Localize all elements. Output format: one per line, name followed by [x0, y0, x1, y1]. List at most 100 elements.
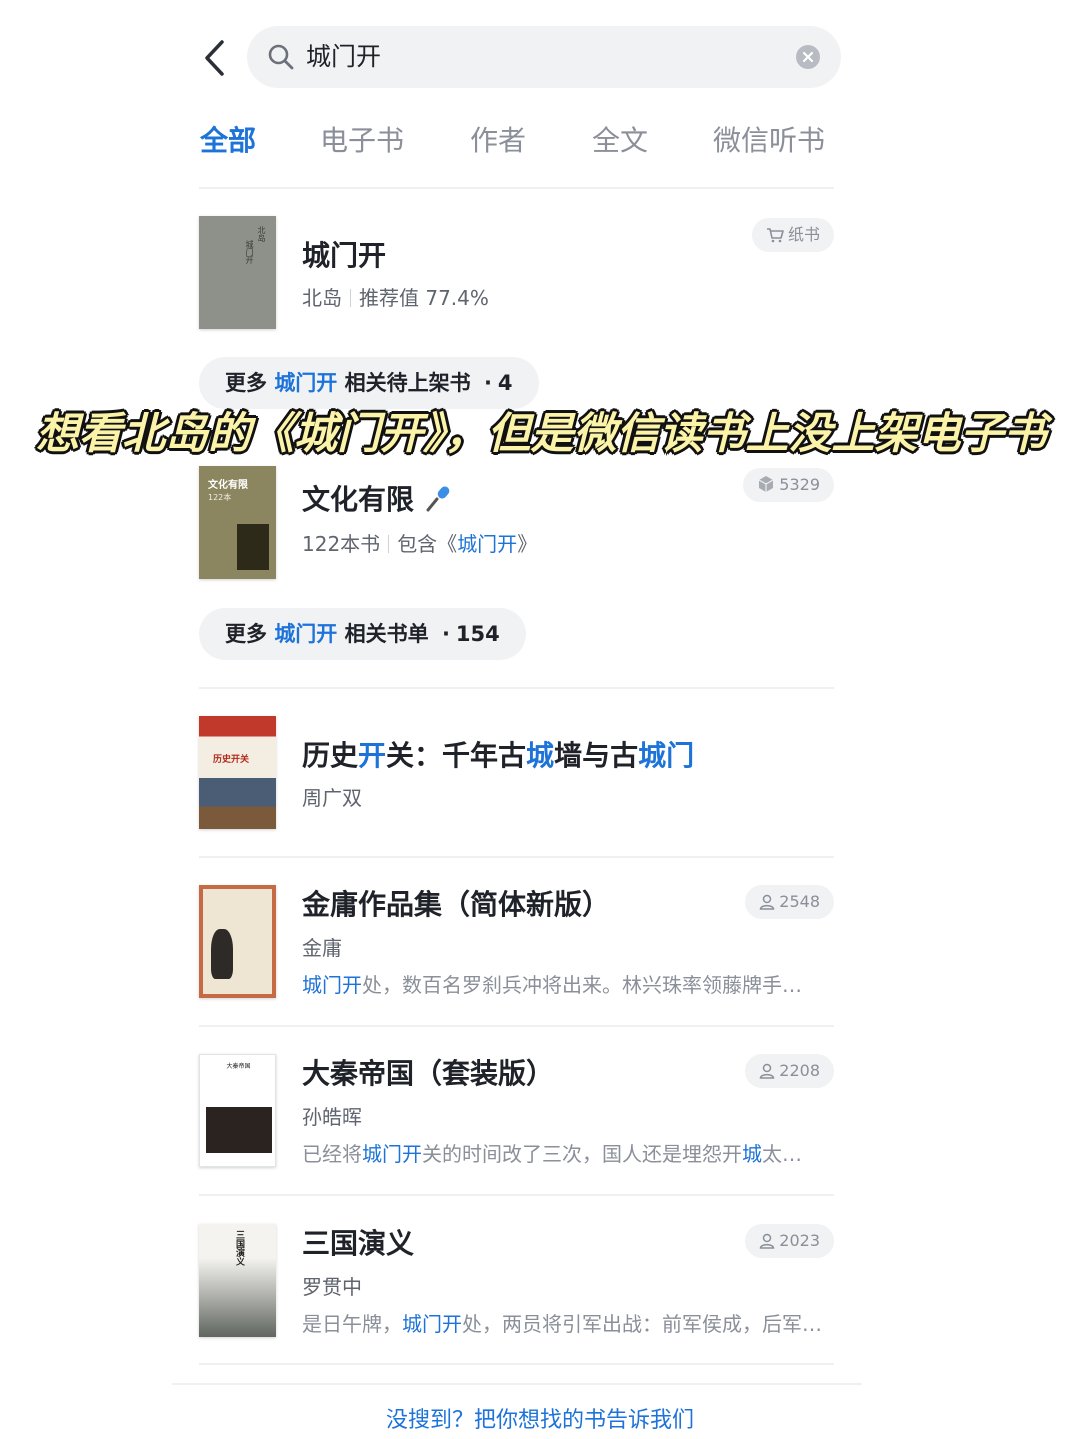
snippet-highlight: 城: [742, 1142, 762, 1166]
pill-count: 4: [497, 371, 513, 395]
book-cover: 历史开关: [199, 716, 276, 829]
search-tabs: 全部 电子书 作者 全文 微信听书: [0, 120, 1080, 164]
booklist-badge-count: 5329: [779, 475, 820, 494]
booklist-cover-count: 122本: [208, 493, 232, 502]
pill-keyword: 城门开: [274, 622, 338, 646]
book-result[interactable]: 大秦帝国 大秦帝国（套装版） 孙皓晖 已经将城门开关的时间改了三次，国人还是埋怨…: [199, 1054, 834, 1170]
booklist-result[interactable]: 文化有限 122本 文化有限 122本书 包含《城门开》 5329: [199, 466, 834, 582]
snippet-text: 处，数百名罗刹兵冲将出来。林兴珠率领藤牌手…: [362, 973, 802, 997]
book-author: 孙皓晖: [302, 1105, 362, 1129]
separator: [388, 535, 390, 553]
book-meta: 北岛 推荐值 77.4%: [302, 284, 489, 312]
snippet-text: 太…: [762, 1142, 802, 1166]
pill-keyword: 城门开: [274, 371, 338, 395]
reader-count-badge: 2023: [745, 1224, 834, 1258]
title-part-highlight: 城门: [638, 739, 695, 772]
divider: [199, 1025, 834, 1027]
cover-title: 三国演义: [234, 1230, 244, 1266]
reader-count: 2208: [779, 1061, 820, 1080]
clear-icon[interactable]: [796, 45, 820, 69]
book-author: 北岛: [302, 286, 342, 310]
book-author: 金庸: [302, 936, 342, 960]
title-part-highlight: 开: [358, 739, 387, 772]
book-title[interactable]: 金庸作品集（简体新版）: [302, 885, 610, 925]
book-title[interactable]: 三国演义: [302, 1224, 414, 1264]
snippet-highlight: 城门开: [302, 973, 362, 997]
boxset-illustration: [206, 1107, 272, 1153]
snippet-text: 处，两员将引军出战：前军侯成，后军…: [462, 1312, 822, 1336]
contains-prefix: 包含《: [397, 532, 458, 556]
booklist-title: 文化有限: [302, 483, 415, 516]
booklist-cover-title: 文化有限: [208, 480, 248, 491]
pill-prefix: 更多: [225, 622, 267, 646]
book-title[interactable]: 大秦帝国（套装版）: [302, 1054, 554, 1094]
person-icon: [759, 894, 775, 910]
divider: [199, 856, 834, 858]
snippet-highlight: 城门开: [402, 1312, 462, 1336]
microphone-icon: [426, 486, 450, 512]
divider: [199, 187, 834, 189]
book-snippet: 城门开处，数百名罗刹兵冲将出来。林兴珠率领藤牌手…: [302, 971, 832, 999]
booklist-count: 122本书: [302, 532, 381, 556]
book-title[interactable]: 历史开关：千年古城墙与古城门: [302, 736, 694, 776]
book-cover: 大秦帝国: [199, 1054, 276, 1167]
title-part: 墙与古: [554, 739, 639, 772]
book-author: 周广双: [302, 786, 362, 810]
pill-count: 154: [455, 622, 500, 646]
cover-title: 历史开关: [213, 755, 250, 765]
cover-title: 城门开: [245, 240, 254, 264]
booklist-meta: 122本书 包含《城门开》: [302, 530, 537, 558]
tab-ebook[interactable]: 电子书: [320, 120, 404, 162]
search-icon: [267, 43, 295, 71]
overlay-caption: 想看北岛的《城门开》，但是微信读书上没上架电子书: [36, 409, 1047, 459]
reader-count: 2548: [779, 892, 820, 911]
pill-dot: ·: [441, 622, 450, 646]
more-booklists-button[interactable]: 更多 城门开 相关书单 · 154: [199, 608, 526, 660]
snippet-text: 关的时间改了三次，国人还是埋怨开: [422, 1142, 742, 1166]
book-result-top[interactable]: 北岛 城门开 城门开 北岛 推荐值 77.4% 纸书: [199, 216, 834, 332]
book-snippet: 是日午牌，城门开处，两员将引军出战：前军侯成，后军…: [302, 1310, 832, 1338]
recommend-score: 推荐值 77.4%: [359, 286, 489, 310]
tab-author[interactable]: 作者: [470, 120, 526, 162]
book-cover: 北岛 城门开: [199, 216, 276, 329]
back-icon[interactable]: [196, 36, 236, 80]
divider: [199, 1194, 834, 1196]
search-bar[interactable]: 城门开: [247, 26, 841, 88]
booklist-cover: 文化有限 122本: [199, 466, 276, 579]
pill-prefix: 更多: [225, 371, 267, 395]
contains-keyword: 城门开: [457, 532, 518, 556]
book-cover: 三国演义: [199, 1224, 276, 1337]
search-input[interactable]: 城门开: [306, 40, 381, 74]
request-book-link[interactable]: 没搜到？把你想找的书告诉我们: [0, 1404, 1080, 1438]
tab-fulltext[interactable]: 全文: [592, 120, 648, 162]
divider: [199, 1363, 834, 1365]
snippet-text: 是日午牌，: [302, 1312, 402, 1336]
tab-all[interactable]: 全部: [200, 120, 256, 162]
reader-count-badge: 2208: [745, 1054, 834, 1088]
pill-suffix: 相关待上架书: [344, 371, 471, 395]
pill-suffix: 相关书单: [344, 622, 429, 646]
tab-audiobook[interactable]: 微信听书: [713, 120, 825, 162]
booklist-title-row[interactable]: 文化有限: [302, 480, 454, 520]
cover-title: 大秦帝国: [226, 1063, 251, 1070]
separator: [350, 289, 351, 307]
title-part-highlight: 城: [526, 739, 555, 772]
contains-suffix: 》: [517, 532, 538, 556]
snippet-text: 已经将: [302, 1142, 362, 1166]
title-part: 历史: [302, 739, 359, 772]
book-result[interactable]: 金庸作品集（简体新版） 金庸 城门开处，数百名罗刹兵冲将出来。林兴珠率领藤牌手……: [199, 885, 834, 1001]
booklist-count-badge: 5329: [743, 468, 834, 502]
reader-count: 2023: [779, 1231, 820, 1250]
paper-book-label: 纸书: [787, 225, 820, 244]
cube-icon: [758, 476, 774, 492]
pill-dot: ·: [483, 371, 492, 395]
paper-book-badge[interactable]: 纸书: [751, 218, 834, 252]
cart-icon: [766, 228, 784, 243]
book-result[interactable]: 历史开关 历史开关：千年古城墙与古城门 周广双: [199, 716, 834, 832]
booklist-cover-art: [237, 524, 269, 570]
eagle-illustration: [211, 929, 233, 979]
book-cover: [199, 885, 276, 998]
book-title[interactable]: 城门开: [302, 236, 386, 276]
book-result[interactable]: 三国演义 三国演义 罗贯中 是日午牌，城门开处，两员将引军出战：前军侯成，后军……: [199, 1224, 834, 1340]
reader-count-badge: 2548: [745, 885, 834, 919]
